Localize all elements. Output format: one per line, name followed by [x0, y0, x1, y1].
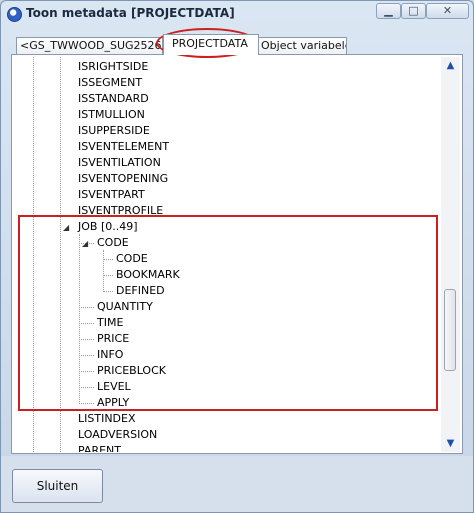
tree-item[interactable]: PARENT — [78, 444, 121, 452]
title-bar[interactable]: Toon metadata [PROJECTDATA] ▁ □ ✕ — [1, 1, 473, 27]
tree-item[interactable]: ISTMULLION — [78, 108, 145, 122]
minimize-button[interactable]: ▁ — [376, 3, 401, 19]
tab-object-variabelen[interactable]: Object variabelen — [257, 37, 347, 55]
tree-item[interactable]: ISVENTELEMENT — [78, 140, 169, 154]
tree-item[interactable]: ISVENTOPENING — [78, 172, 168, 186]
maximize-button[interactable]: □ — [401, 3, 426, 19]
window-title: Toon metadata [PROJECTDATA] — [26, 6, 235, 20]
app-icon — [7, 7, 22, 22]
annotation-rectangle — [18, 215, 438, 411]
tree-item[interactable]: LISTINDEX — [78, 412, 136, 426]
scroll-thumb[interactable] — [444, 289, 456, 371]
scroll-up-button[interactable]: ▲ — [441, 57, 460, 74]
tree-item[interactable]: LOADVERSION — [78, 428, 157, 442]
scroll-down-button[interactable]: ▼ — [441, 435, 460, 452]
arrow-up-icon: ▲ — [446, 60, 455, 71]
tree-item[interactable]: ISVENTILATION — [78, 156, 161, 170]
metadata-window: Toon metadata [PROJECTDATA] ▁ □ ✕ <GS_TW… — [0, 0, 474, 513]
arrow-down-icon: ▼ — [446, 438, 455, 449]
close-window-button[interactable]: ✕ — [426, 3, 469, 19]
vertical-scrollbar[interactable]: ▲ ▼ — [441, 57, 460, 452]
tree-item[interactable]: ISRIGHTSIDE — [78, 60, 148, 74]
tree-item[interactable]: ISSTANDARD — [78, 92, 149, 106]
minimize-icon: ▁ — [384, 4, 393, 17]
maximize-icon: □ — [408, 4, 419, 17]
tree-item[interactable]: ISSEGMENT — [78, 76, 142, 90]
tree-item[interactable]: ISUPPERSIDE — [78, 124, 150, 138]
tab-projectdata[interactable]: PROJECTDATA — [163, 34, 259, 55]
tree-item[interactable]: ISVENTPART — [78, 188, 145, 202]
close-icon: ✕ — [442, 4, 453, 17]
tab-gs-twwood[interactable]: <GS_TWWOOD_SUG2526> — [16, 37, 163, 55]
sluiten-button[interactable]: Sluiten — [12, 469, 103, 503]
